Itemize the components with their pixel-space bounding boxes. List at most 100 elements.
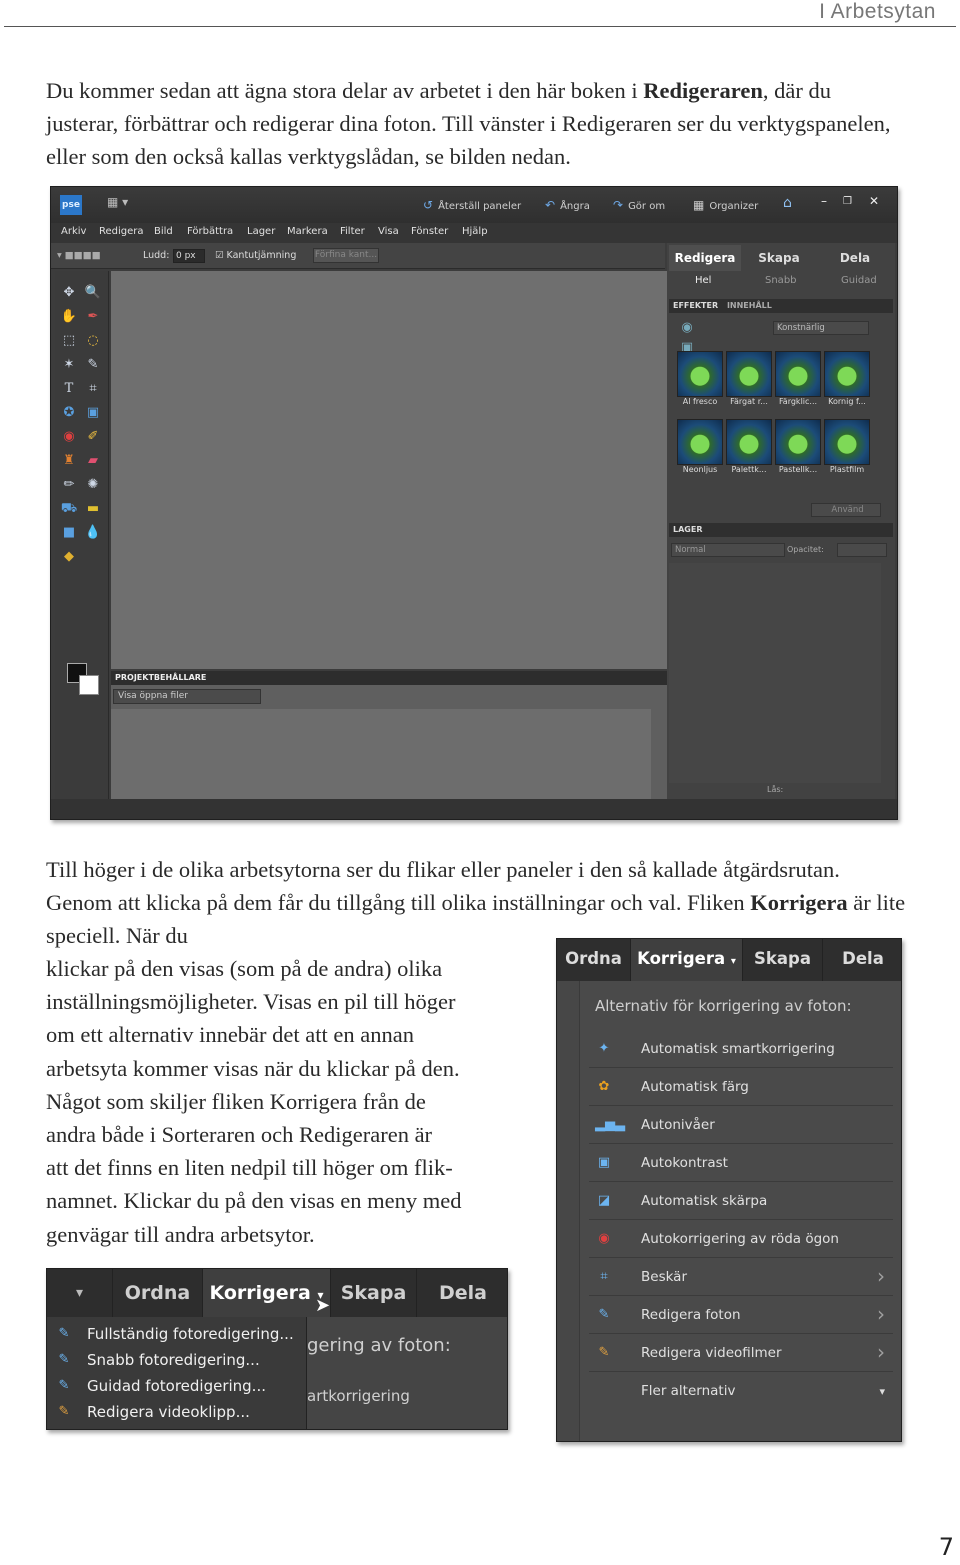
menu-visa[interactable]: Visa [378, 226, 399, 237]
crop-tool-icon[interactable]: ⌗ [83, 379, 103, 399]
lasso-tool-icon[interactable]: ◌ [83, 331, 103, 351]
reset-panels-button[interactable]: ↺ Återställ paneler [423, 198, 521, 212]
menu-markera[interactable]: Markera [287, 226, 328, 237]
eyedropper-icon[interactable]: ✒ [83, 307, 103, 327]
paint-bucket-icon[interactable]: ⛟ [59, 499, 79, 519]
magic-wand-icon[interactable]: ✶ [59, 355, 79, 375]
red-eye-tool-icon[interactable]: ◉ [59, 427, 79, 447]
menu-hjalp[interactable]: Hjälp [462, 226, 488, 237]
effects-tab[interactable]: EFFEKTER [673, 301, 718, 310]
editor-canvas[interactable] [111, 271, 667, 669]
selection-mode-icons[interactable]: ▾ ■■■■ [57, 250, 101, 261]
healing-brush-icon[interactable]: ✐ [83, 427, 103, 447]
effects-category-select[interactable]: Konstnärlig [773, 321, 869, 335]
option-auto-color[interactable]: ✿ Automatisk färg [589, 1069, 893, 1106]
apply-button[interactable]: Använd [811, 503, 881, 517]
quick-select-icon[interactable]: ✎ [83, 355, 103, 375]
redo-button[interactable]: ↷ Gör om [613, 198, 665, 212]
menu-item-quick-edit[interactable]: ✎ Snabb fotoredigering... [53, 1347, 303, 1373]
subtab-snabb[interactable]: Snabb [765, 275, 797, 286]
tab-korrigera[interactable]: Korrigera ▾ [631, 939, 743, 981]
intro-paragraph: Du kommer sedan att ägna stora delar av … [46, 74, 906, 174]
project-bin-select[interactable]: Visa öppna filer [113, 689, 261, 704]
tab-dela[interactable]: Dela [417, 1269, 507, 1317]
option-auto-contrast[interactable]: ▣ Autokontrast [589, 1145, 893, 1182]
ludd-input[interactable]: 0 px [173, 249, 205, 263]
tab-skapa[interactable]: Skapa [331, 1269, 417, 1317]
marquee-tool-icon[interactable]: ⬚ [59, 331, 79, 351]
chevron-down-icon[interactable]: ▾ [731, 956, 736, 967]
menu-fonster[interactable]: Fönster [411, 226, 448, 237]
move-tool-icon[interactable]: ✥ [59, 283, 79, 303]
undo-button[interactable]: ↶ Ångra [545, 198, 590, 212]
workspace-dropdown[interactable]: ▾ [47, 1269, 113, 1317]
tab-dela[interactable]: Dela [819, 245, 891, 271]
hand-tool-icon[interactable]: ✋ [59, 307, 79, 327]
tab-redigera[interactable]: Redigera [669, 245, 741, 271]
zoom-tool-icon[interactable]: 🔍 [83, 283, 103, 303]
smart-brush-icon[interactable]: ✺ [83, 475, 103, 495]
cookie-cutter-icon[interactable]: ✪ [59, 403, 79, 423]
opacity-input[interactable] [837, 543, 887, 557]
menu-item-edit-video[interactable]: ✎ Redigera videoklipp... [53, 1399, 303, 1425]
workspace-icon[interactable]: ▦ ▾ [107, 195, 128, 209]
menu-lager[interactable]: Lager [247, 226, 275, 237]
refine-edge-button[interactable]: Förfina kant... [313, 248, 379, 263]
quick-edit-icon: ✎ [58, 1352, 70, 1367]
sponge-tool-icon[interactable]: ◆ [59, 547, 79, 567]
clone-stamp-icon[interactable]: ♜ [59, 451, 79, 471]
option-crop[interactable]: ⌗ Beskär › [589, 1259, 893, 1296]
subtab-guidad[interactable]: Guidad [841, 275, 877, 286]
shape-tool-icon[interactable]: ■ [59, 523, 79, 543]
tab-skapa[interactable]: Skapa [743, 939, 823, 981]
effect-thumb-5[interactable] [677, 419, 723, 465]
gradient-tool-icon[interactable]: ▬ [83, 499, 103, 519]
option-auto-levels[interactable]: ▂▅▃ Autonivåer [589, 1107, 893, 1144]
option-auto-sharpen[interactable]: ◪ Automatisk skärpa [589, 1183, 893, 1220]
tab-skapa[interactable]: Skapa [743, 245, 815, 271]
close-icon[interactable]: ✕ [869, 194, 879, 208]
blur-tool-icon[interactable]: 💧 [83, 523, 103, 543]
restore-icon[interactable]: ❐ [843, 196, 852, 207]
effect-thumb-3[interactable] [775, 351, 821, 397]
antialias-checkbox[interactable]: ☑ Kantutjämning [215, 250, 296, 261]
eraser-icon[interactable]: ▰ [83, 451, 103, 471]
effect-thumb-1[interactable] [677, 351, 723, 397]
subtab-hel[interactable]: Hel [695, 275, 711, 286]
effect-thumb-2[interactable] [726, 351, 772, 397]
effect-thumb-7[interactable] [775, 419, 821, 465]
type-tool-icon[interactable]: T [59, 379, 79, 399]
menu-filter[interactable]: Filter [340, 226, 365, 237]
background-color-swatch[interactable] [79, 675, 99, 695]
levels-icon: ▂▅▃ [595, 1117, 625, 1132]
option-edit-photos[interactable]: ✎ Redigera foton › [589, 1297, 893, 1334]
menu-forbattra[interactable]: Förbättra [187, 226, 233, 237]
content-tab[interactable]: INNEHÅLL [727, 301, 772, 310]
option-more[interactable]: Fler alternativ ▾ [589, 1373, 893, 1410]
tab-ordna[interactable]: Ordna [557, 939, 631, 981]
brush-tool-icon[interactable]: ✏ [59, 475, 79, 495]
color-wheel-icon: ✿ [598, 1079, 610, 1094]
home-icon[interactable]: ⌂ [783, 195, 792, 211]
tab-korrigera[interactable]: Korrigera ▾ [203, 1269, 331, 1317]
tab-dela[interactable]: Dela [823, 939, 901, 981]
option-auto-smart-fix[interactable]: ✦ Automatisk smartkorrigering [589, 1031, 893, 1068]
organizer-button[interactable]: ▦ Organizer [693, 198, 758, 212]
option-red-eye-fix[interactable]: ◉ Autokorrigering av röda ögon [589, 1221, 893, 1258]
option-edit-videos[interactable]: ✎ Redigera videofilmer › [589, 1335, 893, 1372]
menu-item-full-edit[interactable]: ✎ Fullständig fotoredigering... [53, 1321, 303, 1347]
menu-bild[interactable]: Bild [154, 226, 173, 237]
effects-filter-icons[interactable]: ◉ ▣ ▭ ▣ [677, 318, 697, 395]
blend-mode-select[interactable]: Normal [671, 543, 785, 557]
menu-redigera[interactable]: Redigera [99, 226, 144, 237]
sharpen-icon: ◪ [597, 1193, 611, 1208]
effect-thumb-6[interactable] [726, 419, 772, 465]
recompose-tool-icon[interactable]: ▣ [83, 403, 103, 423]
edit-photo-icon: ✎ [598, 1307, 610, 1322]
effect-thumb-8[interactable] [824, 419, 870, 465]
menu-arkiv[interactable]: Arkiv [61, 226, 86, 237]
minimize-icon[interactable]: – [821, 194, 827, 208]
menu-item-guided-edit[interactable]: ✎ Guidad fotoredigering... [53, 1373, 303, 1399]
tab-ordna[interactable]: Ordna [113, 1269, 203, 1317]
effect-thumb-4[interactable] [824, 351, 870, 397]
